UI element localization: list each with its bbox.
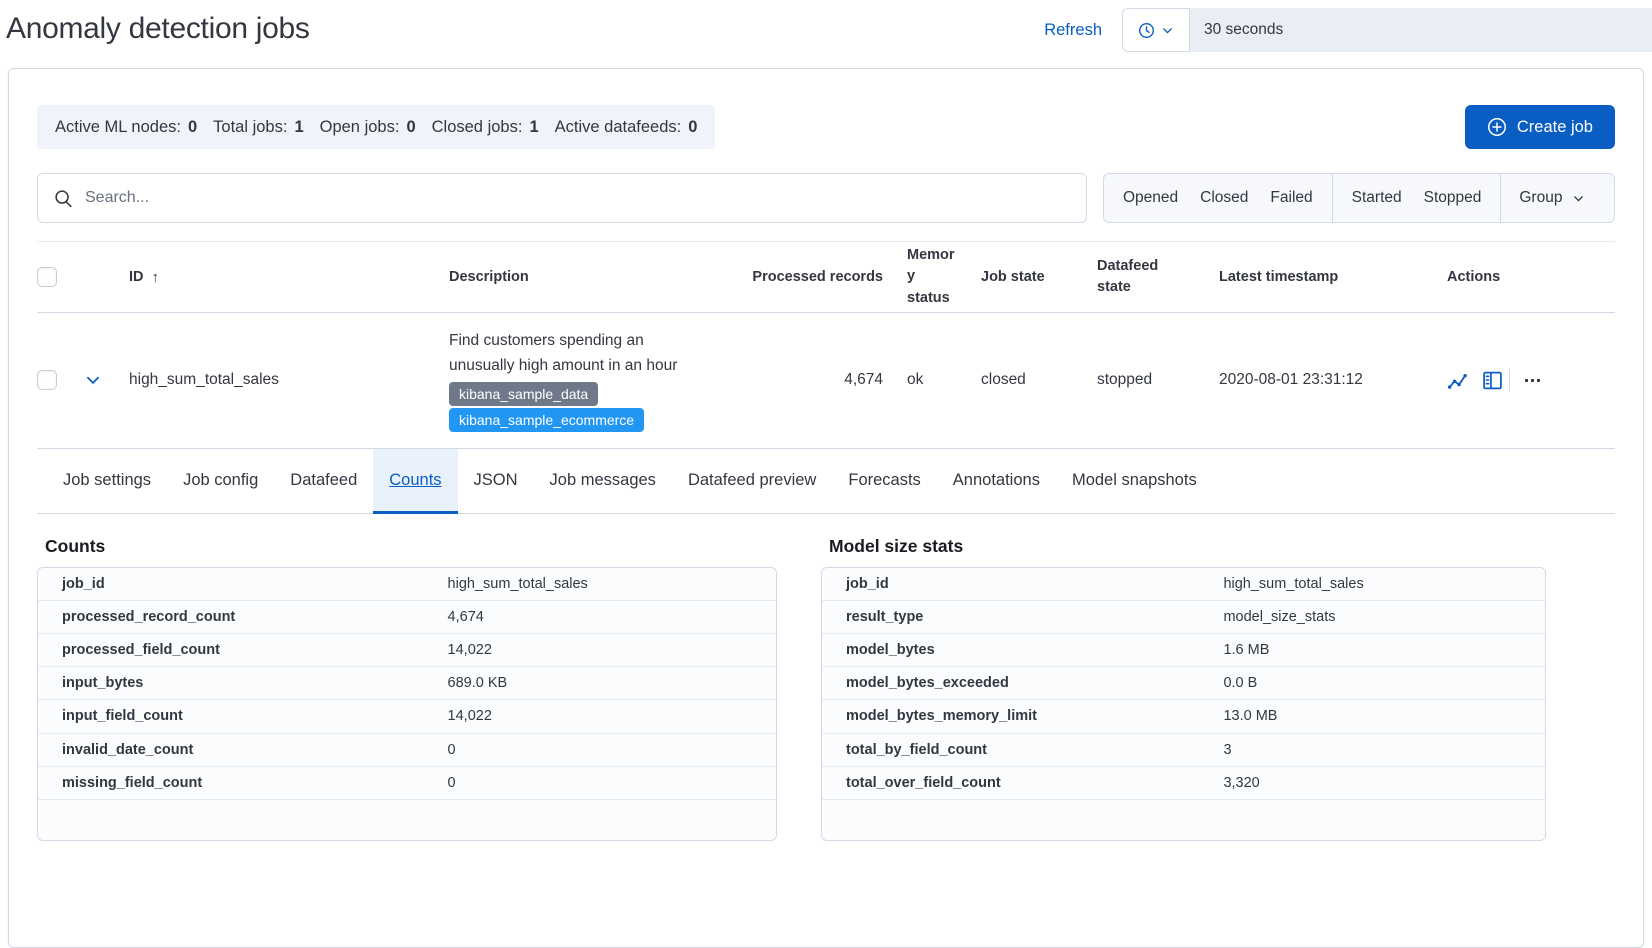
anomaly-explorer-icon[interactable] bbox=[1482, 370, 1503, 391]
refresh-interval-toggle-button[interactable] bbox=[1122, 8, 1190, 52]
model-size-stats-panel: job_idhigh_sum_total_sales result_typemo… bbox=[821, 567, 1546, 841]
column-header-job-state: Job state bbox=[973, 269, 1085, 285]
kv-row: input_bytes689.0 KB bbox=[38, 667, 776, 700]
job-stats-bar: Active ML nodes:0 Total jobs:1 Open jobs… bbox=[37, 105, 715, 149]
tab-forecasts[interactable]: Forecasts bbox=[832, 449, 936, 513]
column-header-datafeed-state: Datafeed state bbox=[1085, 256, 1203, 298]
jobs-panel: Active ML nodes:0 Total jobs:1 Open jobs… bbox=[8, 68, 1644, 948]
search-icon bbox=[54, 189, 73, 208]
counts-section: Counts job_idhigh_sum_total_sales proces… bbox=[37, 528, 777, 841]
create-job-button[interactable]: Create job bbox=[1465, 105, 1615, 149]
plus-in-circle-icon bbox=[1487, 117, 1507, 137]
refresh-interval-value[interactable]: 30 seconds bbox=[1190, 8, 1652, 52]
kv-row: input_field_count14,022 bbox=[38, 700, 776, 733]
memory-status-cell: ok bbox=[883, 371, 973, 389]
kv-row: total_by_field_count3 bbox=[822, 734, 1545, 767]
refresh-button[interactable]: Refresh bbox=[1044, 21, 1102, 40]
boxes-horizontal-icon[interactable] bbox=[1522, 370, 1543, 391]
kv-row: model_bytes1.6 MB bbox=[822, 634, 1545, 667]
sort-ascending-arrow-icon: ↑ bbox=[152, 269, 160, 286]
tab-datafeed[interactable]: Datafeed bbox=[274, 449, 373, 513]
actions-divider bbox=[1509, 369, 1510, 391]
tab-job-settings[interactable]: Job settings bbox=[47, 449, 167, 513]
stat-closed-jobs: Closed jobs:1 bbox=[432, 118, 539, 137]
filter-opened-button[interactable]: Opened bbox=[1112, 189, 1189, 207]
filter-group: Opened Closed Failed Started Stopped Gro… bbox=[1103, 173, 1615, 223]
index-badge: kibana_sample_ecommerce bbox=[449, 408, 644, 432]
datafeed-state-cell: stopped bbox=[1085, 371, 1203, 389]
filter-closed-button[interactable]: Closed bbox=[1189, 189, 1259, 207]
filter-stopped-button[interactable]: Stopped bbox=[1413, 189, 1493, 207]
kv-row: processed_field_count14,022 bbox=[38, 634, 776, 667]
job-description-cell: Find customers spending an unusually hig… bbox=[433, 329, 713, 432]
search-box bbox=[37, 173, 1087, 223]
kv-row: result_typemodel_size_stats bbox=[822, 601, 1545, 634]
model-size-stats-title: Model size stats bbox=[829, 536, 1546, 557]
refresh-controls: Refresh 30 seconds bbox=[1044, 8, 1652, 52]
stat-total-jobs: Total jobs:1 bbox=[213, 118, 303, 137]
chevron-down-icon bbox=[1161, 24, 1174, 37]
counts-panel: job_idhigh_sum_total_sales processed_rec… bbox=[37, 567, 777, 841]
chevron-down-icon bbox=[1572, 192, 1585, 205]
latest-timestamp-cell: 2020-08-01 23:31:12 bbox=[1203, 371, 1431, 389]
page-title: Anomaly detection jobs bbox=[6, 8, 1044, 46]
stat-active-ml-nodes: Active ML nodes:0 bbox=[55, 118, 197, 137]
tab-json[interactable]: JSON bbox=[458, 449, 534, 513]
tab-annotations[interactable]: Annotations bbox=[937, 449, 1056, 513]
column-header-memory-status: Memory status bbox=[883, 245, 973, 308]
model-size-stats-section: Model size stats job_idhigh_sum_total_sa… bbox=[821, 528, 1546, 841]
tab-job-messages[interactable]: Job messages bbox=[534, 449, 672, 513]
filter-started-button[interactable]: Started bbox=[1341, 189, 1413, 207]
table-row: high_sum_total_sales Find customers spen… bbox=[37, 313, 1615, 449]
search-input[interactable] bbox=[85, 189, 1070, 207]
tab-counts[interactable]: Counts bbox=[373, 449, 457, 513]
kv-row: missing_field_count0 bbox=[38, 767, 776, 800]
filter-group-dropdown-button[interactable]: Group bbox=[1507, 189, 1597, 207]
kv-row: processed_record_count4,674 bbox=[38, 601, 776, 634]
index-badge: kibana_sample_data bbox=[449, 382, 598, 406]
job-description-text: Find customers spending an unusually hig… bbox=[449, 329, 704, 379]
kv-row: model_bytes_memory_limit13.0 MB bbox=[822, 700, 1545, 733]
stat-active-datafeeds: Active datafeeds:0 bbox=[555, 118, 698, 137]
actions-cell bbox=[1431, 369, 1615, 391]
chevron-down-icon bbox=[84, 371, 102, 389]
kv-row: invalid_date_count0 bbox=[38, 734, 776, 767]
column-header-id[interactable]: ID ↑ bbox=[113, 269, 433, 286]
column-header-actions: Actions bbox=[1431, 269, 1615, 285]
tab-datafeed-preview[interactable]: Datafeed preview bbox=[672, 449, 832, 513]
counts-title: Counts bbox=[45, 536, 777, 557]
top-bar: Anomaly detection jobs Refresh 30 second… bbox=[0, 0, 1652, 60]
column-header-latest-timestamp: Latest timestamp bbox=[1203, 269, 1431, 285]
column-header-description: Description bbox=[433, 269, 713, 285]
kv-row: total_over_field_count3,320 bbox=[822, 767, 1545, 800]
clock-icon bbox=[1138, 22, 1155, 39]
job-state-cell: closed bbox=[973, 371, 1085, 389]
single-metric-viewer-icon[interactable] bbox=[1447, 370, 1468, 391]
refresh-interval-control: 30 seconds bbox=[1122, 8, 1652, 52]
filter-failed-button[interactable]: Failed bbox=[1259, 189, 1323, 207]
table-header-row: ID ↑ Description Processed records Memor… bbox=[37, 241, 1615, 313]
row-expander-button[interactable] bbox=[84, 371, 102, 389]
jobs-table: ID ↑ Description Processed records Memor… bbox=[37, 241, 1615, 449]
tab-model-snapshots[interactable]: Model snapshots bbox=[1056, 449, 1213, 513]
kv-row: model_bytes_exceeded0.0 B bbox=[822, 667, 1545, 700]
select-all-checkbox[interactable] bbox=[37, 267, 57, 287]
kv-row: job_idhigh_sum_total_sales bbox=[38, 568, 776, 601]
kv-row: job_idhigh_sum_total_sales bbox=[822, 568, 1545, 601]
job-detail-tabs: Job settings Job config Datafeed Counts … bbox=[37, 449, 1615, 514]
tab-job-config[interactable]: Job config bbox=[167, 449, 274, 513]
column-header-processed-records: Processed records bbox=[713, 269, 883, 285]
processed-records-cell: 4,674 bbox=[713, 371, 883, 389]
stat-open-jobs: Open jobs:0 bbox=[320, 118, 416, 137]
job-id-cell: high_sum_total_sales bbox=[113, 371, 433, 389]
row-checkbox[interactable] bbox=[37, 370, 57, 390]
